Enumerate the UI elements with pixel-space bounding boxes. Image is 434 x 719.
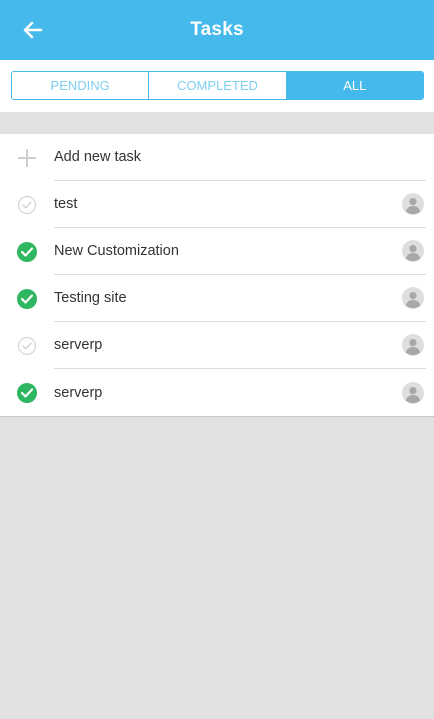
back-button[interactable] (20, 17, 46, 43)
checkmark-empty-icon[interactable] (18, 336, 36, 355)
task-row[interactable]: New Customization (0, 228, 434, 275)
avatar-icon[interactable] (402, 193, 424, 215)
checkmark-done-icon[interactable] (17, 241, 37, 262)
checkmark-done-icon[interactable] (17, 382, 37, 403)
app-header: Tasks (0, 0, 434, 60)
add-task-label: Add new task (54, 149, 142, 165)
filter-bar: PENDING COMPLETED ALL (0, 60, 434, 112)
task-title: New Customization (54, 243, 179, 259)
task-list: Add new task test New Customization Testin… (0, 134, 434, 417)
checkmark-done-icon[interactable] (17, 288, 37, 309)
tab-completed[interactable]: COMPLETED (148, 72, 286, 99)
task-row[interactable]: test (0, 181, 434, 228)
add-task-row[interactable]: Add new task (0, 134, 434, 181)
tab-all[interactable]: ALL (285, 72, 423, 99)
task-row[interactable]: Testing site (0, 275, 434, 322)
filter-tabs: PENDING COMPLETED ALL (11, 71, 424, 100)
section-gap (0, 112, 434, 134)
tab-pending[interactable]: PENDING (12, 72, 149, 99)
task-title: test (54, 196, 78, 212)
avatar-icon[interactable] (402, 240, 424, 262)
task-title: serverp (54, 384, 103, 401)
avatar-icon[interactable] (402, 381, 424, 404)
avatar-icon[interactable] (402, 334, 424, 356)
task-title: serverp (54, 337, 103, 353)
checkmark-empty-icon[interactable] (18, 195, 36, 214)
task-row[interactable]: serverp (0, 369, 434, 416)
arrow-left-icon (23, 21, 43, 39)
avatar-icon[interactable] (402, 287, 424, 309)
page-title: Tasks (190, 19, 244, 40)
plus-icon (18, 148, 36, 167)
task-row[interactable]: serverp (0, 322, 434, 369)
task-title: Testing site (54, 290, 127, 306)
